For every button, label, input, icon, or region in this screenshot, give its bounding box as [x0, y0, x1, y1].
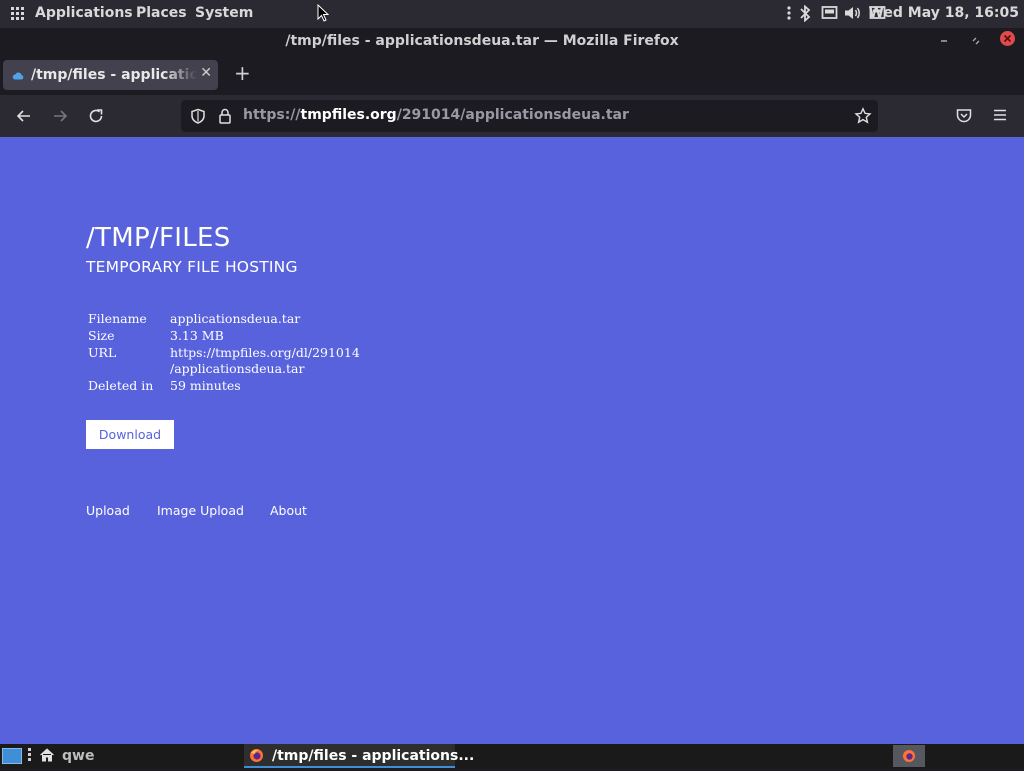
window-title: /tmp/files - applicationsdeua.tar — Mozi…: [285, 33, 679, 49]
handle-dots-icon[interactable]: [28, 748, 32, 764]
app-menu-icon[interactable]: [993, 109, 1007, 121]
top-panel: Applications Places System Wed May 18, 1…: [0, 0, 1024, 28]
reload-button[interactable]: [86, 106, 106, 126]
firefox-icon: [250, 749, 263, 762]
table-row: Size 3.13 MB: [88, 328, 360, 345]
apps-grid-icon[interactable]: [11, 7, 25, 21]
maximize-button[interactable]: [967, 32, 985, 50]
panel-clock[interactable]: Wed May 18, 16:05: [868, 5, 1019, 21]
menu-places[interactable]: Places: [136, 5, 187, 21]
network-icon[interactable]: [821, 5, 838, 25]
info-key: Filename: [88, 311, 147, 326]
page-title: /TMP/FILES: [86, 223, 231, 253]
file-info-table: Filename applicationsdeua.tar Size 3.13 …: [88, 311, 360, 395]
info-value: applicationsdeua.tar: [170, 311, 301, 326]
menu-system[interactable]: System: [195, 5, 253, 21]
info-key: Deleted in: [88, 378, 154, 393]
info-key: URL: [88, 345, 117, 360]
minimize-button[interactable]: [935, 32, 953, 50]
table-row: Filename applicationsdeua.tar: [88, 311, 360, 328]
table-row: URL https://tmpfiles.org/dl/291014/appli…: [88, 345, 360, 378]
back-button[interactable]: [14, 106, 34, 126]
info-value: 59 minutes: [170, 378, 241, 393]
taskbar-task-label: /tmp/files - applications...: [272, 748, 475, 764]
info-key: Size: [88, 328, 115, 343]
table-row: Deleted in 59 minutes: [88, 378, 360, 395]
tray-firefox-icon[interactable]: [893, 745, 925, 767]
forward-button[interactable]: [50, 106, 70, 126]
cloud-favicon-icon: [12, 72, 24, 80]
bottom-taskbar: qwe /tmp/files - applications...: [0, 744, 1024, 768]
home-icon[interactable]: [39, 747, 55, 763]
tab-close-icon[interactable]: ✕: [200, 65, 212, 81]
overflow-dots-icon[interactable]: [786, 5, 792, 25]
new-tab-button[interactable]: +: [234, 63, 251, 83]
about-link[interactable]: About: [270, 503, 307, 518]
taskbar-firefox-window[interactable]: /tmp/files - applications...: [244, 744, 474, 768]
navigation-bar: https://tmpfiles.org/291014/applications…: [0, 95, 1024, 137]
tab-active[interactable]: /tmp/files - applicationsdeua.tar ✕: [3, 60, 218, 90]
window-titlebar[interactable]: /tmp/files - applicationsdeua.tar — Mozi…: [0, 28, 1024, 55]
upload-link[interactable]: Upload: [86, 503, 130, 518]
pocket-icon[interactable]: [955, 107, 973, 125]
download-button[interactable]: Download: [86, 420, 174, 449]
workspace-label[interactable]: qwe: [62, 748, 94, 764]
info-value: 3.13 MB: [170, 328, 224, 343]
lock-icon[interactable]: [218, 108, 232, 124]
tracking-shield-icon[interactable]: [190, 108, 206, 124]
image-upload-link[interactable]: Image Upload: [157, 503, 244, 518]
volume-icon[interactable]: [844, 5, 862, 25]
show-desktop-icon[interactable]: [2, 748, 22, 764]
page-content: /TMP/FILES TEMPORARY FILE HOSTING Filena…: [0, 137, 1024, 744]
window-close-button[interactable]: [1000, 31, 1015, 46]
info-value-url: https://tmpfiles.org/dl/291014/applicati…: [170, 345, 360, 376]
url-text[interactable]: https://tmpfiles.org/291014/applications…: [243, 107, 629, 123]
tab-strip: /tmp/files - applicationsdeua.tar ✕ +: [0, 55, 1024, 95]
menu-applications[interactable]: Applications: [35, 5, 133, 21]
bookmark-star-icon[interactable]: [854, 107, 872, 125]
mouse-cursor-icon: [317, 4, 329, 22]
tab-label: /tmp/files - applicationsdeua.tar: [31, 67, 197, 83]
bluetooth-icon[interactable]: [798, 4, 812, 26]
page-subtitle: TEMPORARY FILE HOSTING: [86, 258, 298, 276]
url-bar[interactable]: https://tmpfiles.org/291014/applications…: [181, 100, 878, 132]
